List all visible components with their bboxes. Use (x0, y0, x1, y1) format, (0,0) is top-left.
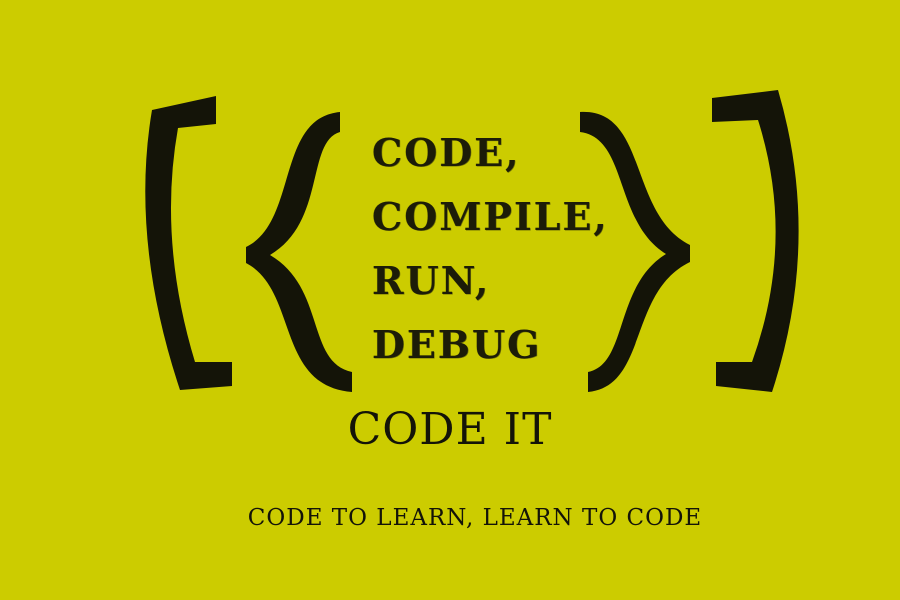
right-square-bracket-icon (712, 90, 799, 392)
workflow-list: CODE, COMPILE, RUN, DEBUG (372, 128, 632, 384)
left-curly-brace-icon (246, 112, 352, 392)
title: CODE IT (347, 404, 553, 455)
left-square-bracket-icon (145, 96, 232, 390)
workflow-step-run: RUN, (372, 258, 491, 303)
workflow-step-compile: COMPILE, (372, 194, 609, 239)
poster: CODE, COMPILE, RUN, DEBUG CODE IT CODE T… (0, 0, 900, 600)
tagline: CODE TO LEARN, LEARN TO CODE (247, 505, 703, 531)
workflow-step-debug: DEBUG (372, 322, 542, 367)
workflow-step-code: CODE, (372, 130, 521, 175)
